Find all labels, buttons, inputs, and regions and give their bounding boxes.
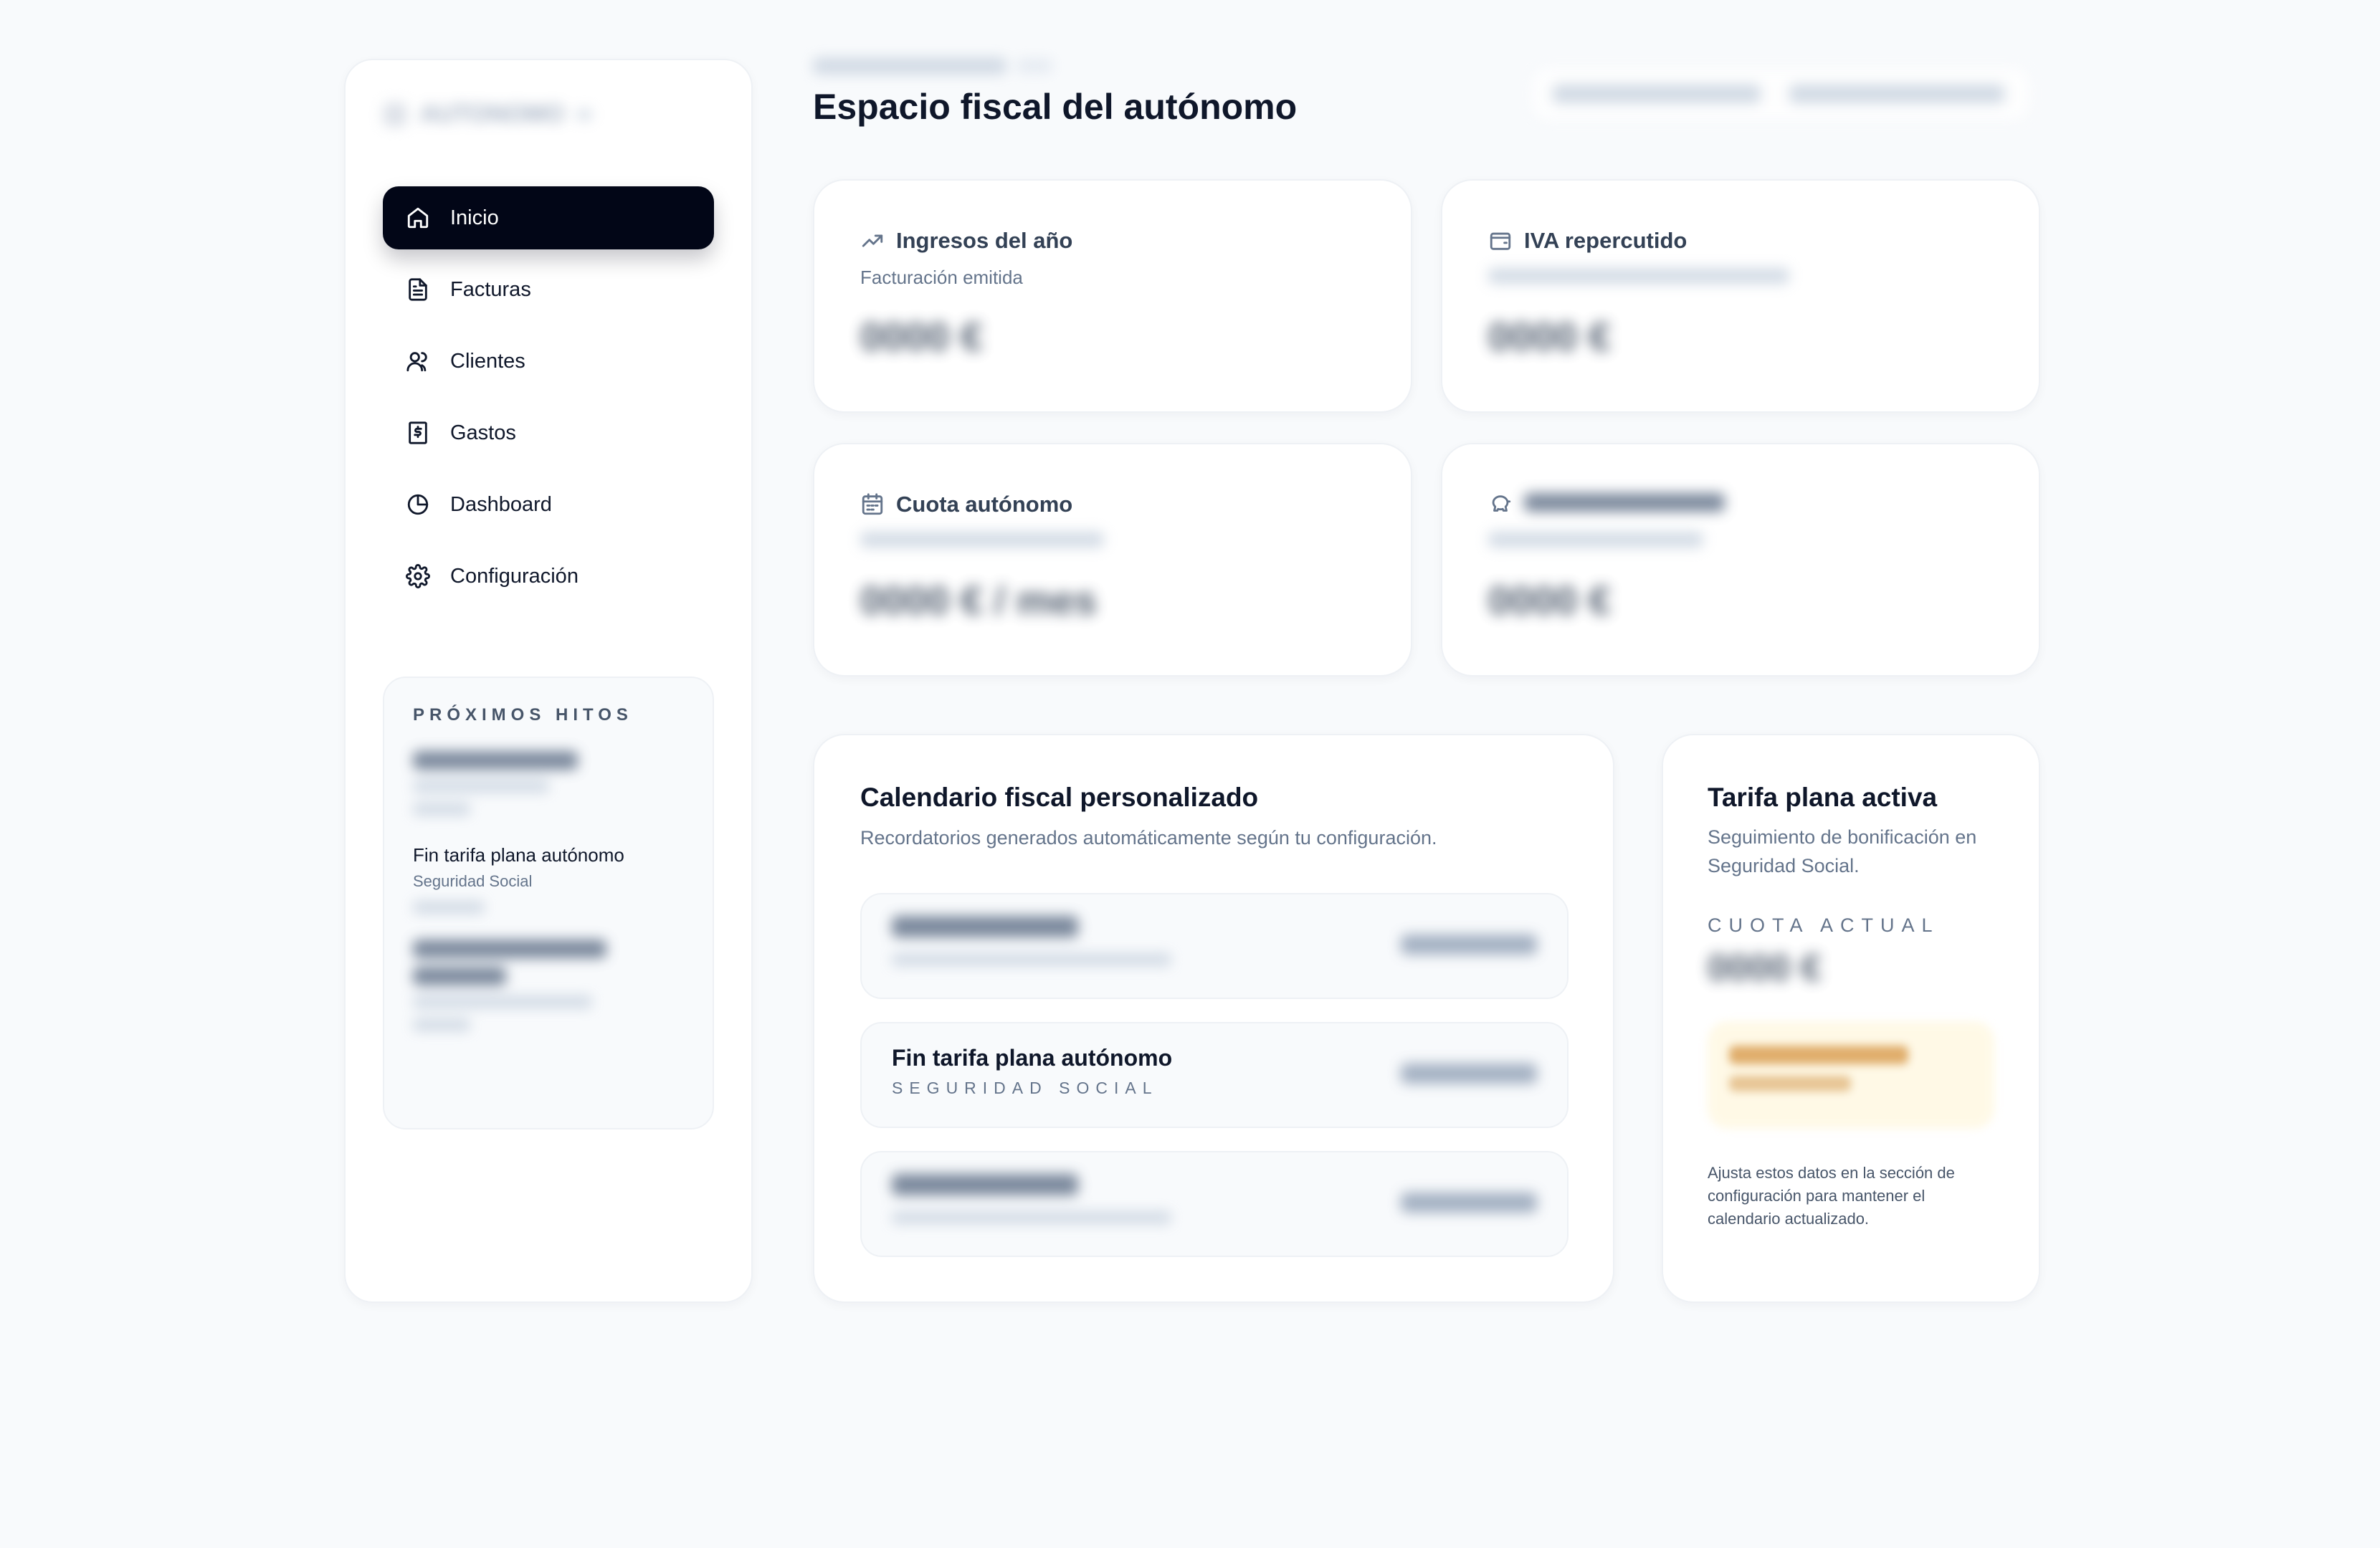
stat-subtitle xyxy=(860,530,1365,553)
milestones-title: PRÓXIMOS HITOS xyxy=(413,705,633,725)
stat-label: Cuota autónomo xyxy=(896,492,1073,517)
stat-value: 0000 € / mes xyxy=(860,578,1098,623)
header-action[interactable] xyxy=(1553,85,1761,103)
sidebar-item-label: Inicio xyxy=(450,206,499,229)
stat-card-cuota: Cuota autónomo 0000 € / mes xyxy=(813,443,1412,677)
tarifa-subtitle: Seguimiento de bonificación en Seguridad… xyxy=(1708,826,1977,876)
bonificacion-alert xyxy=(1708,1021,1994,1129)
upcoming-milestones: PRÓXIMOS HITOS Fin tarifa plana autónomo… xyxy=(383,677,714,1129)
sidebar-item-label: Facturas xyxy=(450,277,531,301)
calendar-row-date xyxy=(1401,1064,1537,1084)
brand[interactable]: AUTONOMO xyxy=(383,100,592,128)
calendar-subtitle: Recordatorios generados automáticamente … xyxy=(860,827,1437,849)
stat-value: 0000 € xyxy=(1488,314,1612,359)
calendar-row[interactable] xyxy=(860,893,1569,999)
header-actions[interactable] xyxy=(1530,66,2032,122)
calendar-icon xyxy=(862,493,883,515)
sidebar-item-configuracion[interactable]: Configuración xyxy=(383,545,714,608)
stat-card-ingresos: Ingresos del año Facturación emitida 000… xyxy=(813,179,1412,413)
sidebar-item-label: Dashboard xyxy=(450,492,552,516)
home-icon xyxy=(407,207,429,229)
calendar-row[interactable] xyxy=(860,1151,1569,1257)
brand-name: AUTONOMO xyxy=(420,100,565,128)
stat-label: Ingresos del año xyxy=(896,228,1073,253)
tarifa-note: Ajusta estos datos en la sección de conf… xyxy=(1708,1164,1955,1228)
users-icon xyxy=(406,352,427,372)
sidebar-item-label: Gastos xyxy=(450,421,516,444)
stat-value: 0000 € xyxy=(1488,578,1612,623)
wallet-icon xyxy=(1490,232,1511,250)
logo-icon xyxy=(383,102,407,127)
stat-value: 0000 € xyxy=(860,314,984,359)
file-text-icon xyxy=(409,278,427,301)
piggy-bank-icon xyxy=(1492,495,1511,512)
calendar-row-date xyxy=(1401,935,1537,955)
milestone-item[interactable] xyxy=(413,751,684,816)
stat-card-iva: IVA repercutido 0000 € xyxy=(1441,179,2040,413)
stat-label xyxy=(1524,492,1725,517)
calendar-title: Calendario fiscal personalizado xyxy=(860,783,1259,812)
milestone-item[interactable]: Fin tarifa plana autónomo Seguridad Soci… xyxy=(413,844,684,914)
fiscal-calendar: Calendario fiscal personalizado Recordat… xyxy=(813,734,1614,1303)
stat-subtitle xyxy=(1488,530,1993,553)
page-title: Espacio fiscal del autónomo xyxy=(813,87,1298,127)
receipt-icon xyxy=(409,421,427,444)
stat-label: IVA repercutido xyxy=(1524,228,1688,253)
sidebar-nav: Inicio Facturas Clientes Gastos Dashboar… xyxy=(383,186,714,616)
pie-chart-icon xyxy=(407,494,429,515)
cuota-actual-value: 0000 € xyxy=(1708,947,1822,989)
sidebar-item-facturas[interactable]: Facturas xyxy=(383,258,714,321)
calendar-row[interactable]: Fin tarifa plana autónomo SEGURIDAD SOCI… xyxy=(860,1022,1569,1128)
sidebar-item-gastos[interactable]: Gastos xyxy=(383,401,714,464)
tarifa-plana-card: Tarifa plana activa Seguimiento de bonif… xyxy=(1662,734,2040,1303)
stat-subtitle: Facturación emitida xyxy=(860,267,1023,288)
trending-up-icon xyxy=(862,234,883,247)
sidebar-item-label: Configuración xyxy=(450,564,579,588)
calendar-row-date xyxy=(1401,1193,1537,1213)
chevron-down-icon xyxy=(577,109,592,120)
sidebar-item-label: Clientes xyxy=(450,349,525,373)
cuota-actual-label: CUOTA ACTUAL xyxy=(1708,914,1940,936)
stat-subtitle xyxy=(1488,267,1993,289)
sidebar: AUTONOMO Inicio Facturas Clientes Gastos… xyxy=(344,59,753,1303)
sidebar-item-dashboard[interactable]: Dashboard xyxy=(383,473,714,536)
stat-card-ahorro: 0000 € xyxy=(1441,443,2040,677)
header-action[interactable] xyxy=(1789,85,2004,103)
breadcrumb xyxy=(813,57,1052,75)
sidebar-item-clientes[interactable]: Clientes xyxy=(383,330,714,393)
sidebar-item-inicio[interactable]: Inicio xyxy=(383,186,714,249)
milestone-item[interactable] xyxy=(413,940,684,1031)
tarifa-title: Tarifa plana activa xyxy=(1708,783,1938,812)
milestone-category: Seguridad Social xyxy=(413,872,533,890)
gear-icon xyxy=(406,564,430,588)
milestone-title: Fin tarifa plana autónomo xyxy=(413,844,624,866)
